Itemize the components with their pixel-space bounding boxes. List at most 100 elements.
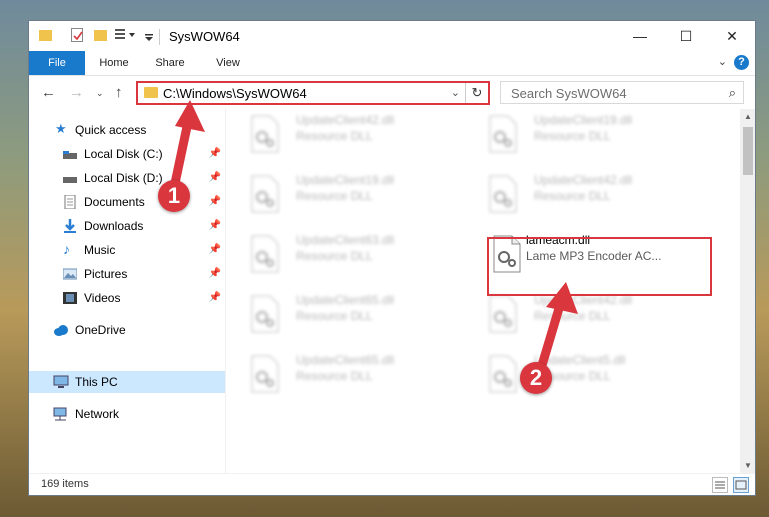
up-arrow-icon[interactable]: ↑ <box>115 84 123 101</box>
sidebar-item-local-disk-d[interactable]: Local Disk (D:) 📌 <box>29 167 225 189</box>
help-button[interactable]: ? <box>734 55 749 70</box>
tab-share[interactable]: Share <box>145 51 195 75</box>
sidebar-item-network[interactable]: Network <box>29 403 225 425</box>
file-name: UpdateClient42.dll <box>534 173 633 187</box>
pin-icon[interactable]: 📌 <box>209 220 221 231</box>
pin-icon[interactable]: 📌 <box>209 292 221 303</box>
drive-icon <box>63 171 77 185</box>
folder-icon[interactable] <box>39 30 52 41</box>
file-description: Resource DLL <box>296 189 373 203</box>
large-icons-view-icon[interactable] <box>733 477 749 493</box>
sidebar-item-label: Network <box>75 407 120 421</box>
recent-locations-icon[interactable]: ⌄ <box>96 88 104 99</box>
details-view-icon[interactable] <box>712 477 728 493</box>
file-description: Resource DLL <box>534 309 611 323</box>
drive-icon <box>63 147 77 161</box>
window-title: SysWOW64 <box>169 29 240 44</box>
search-box[interactable]: Search SysWOW64 ⌕ <box>500 81 744 104</box>
file-name: UpdateClient19.dll <box>534 113 633 127</box>
title-bar: SysWOW64 — ☐ ✕ <box>29 21 755 51</box>
file-item[interactable]: UpdateClient42.dll Resource DLL <box>464 169 674 221</box>
downloads-icon <box>63 219 77 233</box>
file-description: Resource DLL <box>534 129 611 143</box>
file-item[interactable]: UpdateClient42.dll Resource DLL <box>464 289 674 341</box>
address-bar[interactable]: C:\Windows\SysWOW64 ⌄ ↻ <box>136 81 490 105</box>
dll-file-icon <box>488 115 518 153</box>
vertical-scrollbar[interactable]: ▲ ▼ <box>740 109 755 473</box>
address-dropdown-icon[interactable]: ⌄ <box>451 86 460 99</box>
sidebar-item-this-pc[interactable]: This PC <box>29 371 225 393</box>
sidebar-item-label: Documents <box>84 195 145 209</box>
step-marker-2: 2 <box>520 362 552 394</box>
dll-file-icon <box>250 115 280 153</box>
sidebar-item-local-disk-c[interactable]: Local Disk (C:) 📌 <box>29 143 225 165</box>
customize-toolbar-icon[interactable] <box>115 28 139 42</box>
navigation-pane: ★ Quick access Local Disk (C:) 📌 Local D… <box>29 109 225 473</box>
dll-file-icon <box>488 355 518 393</box>
sidebar-item-videos[interactable]: Videos 📌 <box>29 287 225 309</box>
sidebar-item-label: Videos <box>84 291 121 305</box>
documents-icon <box>63 194 77 210</box>
back-arrow-icon[interactable]: ← <box>41 84 56 101</box>
navigation-bar: ← → ⌄ ↑ C:\Windows\SysWOW64 ⌄ ↻ Search S… <box>29 76 755 108</box>
tab-file[interactable]: File <box>29 51 85 75</box>
new-folder-icon[interactable] <box>94 30 107 41</box>
tab-home[interactable]: Home <box>89 51 139 75</box>
refresh-icon[interactable]: ↻ <box>465 83 488 103</box>
pin-icon[interactable]: 📌 <box>209 172 221 183</box>
pin-icon[interactable]: 📌 <box>209 148 221 159</box>
pictures-icon <box>62 267 78 281</box>
sidebar-item-label: Local Disk (C:) <box>84 147 163 161</box>
file-item[interactable]: UpdateClient63.dll Resource DLL <box>226 229 436 281</box>
sidebar-item-downloads[interactable]: Downloads 📌 <box>29 215 225 237</box>
status-bar: 169 items <box>29 473 755 495</box>
folder-icon <box>144 87 158 98</box>
file-description: Resource DLL <box>296 249 373 263</box>
file-name: UpdateClient65.dll <box>296 353 395 367</box>
title-separator <box>159 29 160 45</box>
address-path[interactable]: C:\Windows\SysWOW64 <box>163 86 307 101</box>
search-icon[interactable]: ⌕ <box>729 85 736 101</box>
file-description: Resource DLL <box>534 189 611 203</box>
close-button[interactable]: ✕ <box>709 21 755 51</box>
file-item[interactable]: UpdateClient5.dll Resource DLL <box>464 349 674 401</box>
step-marker-1: 1 <box>158 180 190 212</box>
file-item[interactable]: UpdateClient19.dll Resource DLL <box>464 109 674 161</box>
minimize-button[interactable]: — <box>617 21 663 51</box>
videos-icon <box>63 291 77 305</box>
music-icon: ♪ <box>63 241 70 257</box>
scrollbar-thumb[interactable] <box>743 127 753 175</box>
pin-icon[interactable]: 📌 <box>209 244 221 255</box>
file-item[interactable]: UpdateClient42.dll Resource DLL <box>226 109 436 161</box>
tab-view[interactable]: View <box>203 51 253 75</box>
sidebar-item-onedrive[interactable]: OneDrive <box>29 319 225 341</box>
dll-file-icon <box>250 175 280 213</box>
file-item[interactable]: UpdateClient65.dll Resource DLL <box>226 289 436 341</box>
sidebar-item-documents[interactable]: Documents 📌 <box>29 191 225 213</box>
toolbar-dropdown-icon[interactable] <box>145 31 153 41</box>
computer-icon <box>53 375 69 389</box>
ribbon-expand-icon[interactable]: ⌄ <box>718 55 727 68</box>
sidebar-item-pictures[interactable]: Pictures 📌 <box>29 263 225 285</box>
pin-icon[interactable]: 📌 <box>209 196 221 207</box>
forward-arrow-icon[interactable]: → <box>69 84 84 101</box>
file-description: Resource DLL <box>296 309 373 323</box>
sidebar-item-label: Local Disk (D:) <box>84 171 163 185</box>
dll-file-icon <box>250 355 280 393</box>
cloud-icon <box>53 323 68 337</box>
scroll-down-icon[interactable]: ▼ <box>740 461 755 470</box>
maximize-button[interactable]: ☐ <box>663 21 709 51</box>
file-item[interactable]: UpdateClient65.dll Resource DLL <box>226 349 436 401</box>
sidebar-item-music[interactable]: ♪ Music 📌 <box>29 239 225 261</box>
item-count: 169 items <box>41 478 89 490</box>
pin-icon[interactable]: 📌 <box>209 268 221 279</box>
dll-file-icon <box>250 235 280 273</box>
file-name: UpdateClient5.dll <box>534 353 626 367</box>
sidebar-item-label: Pictures <box>84 267 128 281</box>
sidebar-item-quick-access[interactable]: ★ Quick access <box>29 119 225 141</box>
file-item[interactable]: UpdateClient19.dll Resource DLL <box>226 169 436 221</box>
search-placeholder: Search SysWOW64 <box>511 86 627 101</box>
scroll-up-icon[interactable]: ▲ <box>740 112 755 121</box>
properties-icon[interactable] <box>71 28 83 42</box>
sidebar-item-label: OneDrive <box>75 323 126 337</box>
